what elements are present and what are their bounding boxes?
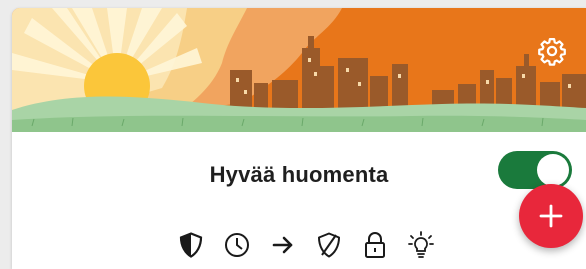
shield-half-icon	[177, 231, 205, 259]
action-icons-row	[177, 230, 453, 260]
plus-icon	[539, 204, 563, 228]
enable-toggle[interactable]	[498, 151, 572, 189]
lightbulb-icon	[407, 231, 435, 259]
settings-button[interactable]	[537, 36, 567, 66]
clock-icon	[223, 231, 251, 259]
shield-off-icon	[315, 231, 343, 259]
banner-illustration	[12, 8, 586, 132]
routine-card[interactable]: Hyvää huomenta	[12, 8, 586, 269]
add-button[interactable]	[519, 184, 583, 248]
arrow-right-icon	[269, 231, 297, 259]
gear-icon	[538, 38, 566, 66]
lock-icon	[361, 231, 389, 259]
toggle-knob	[537, 154, 569, 186]
